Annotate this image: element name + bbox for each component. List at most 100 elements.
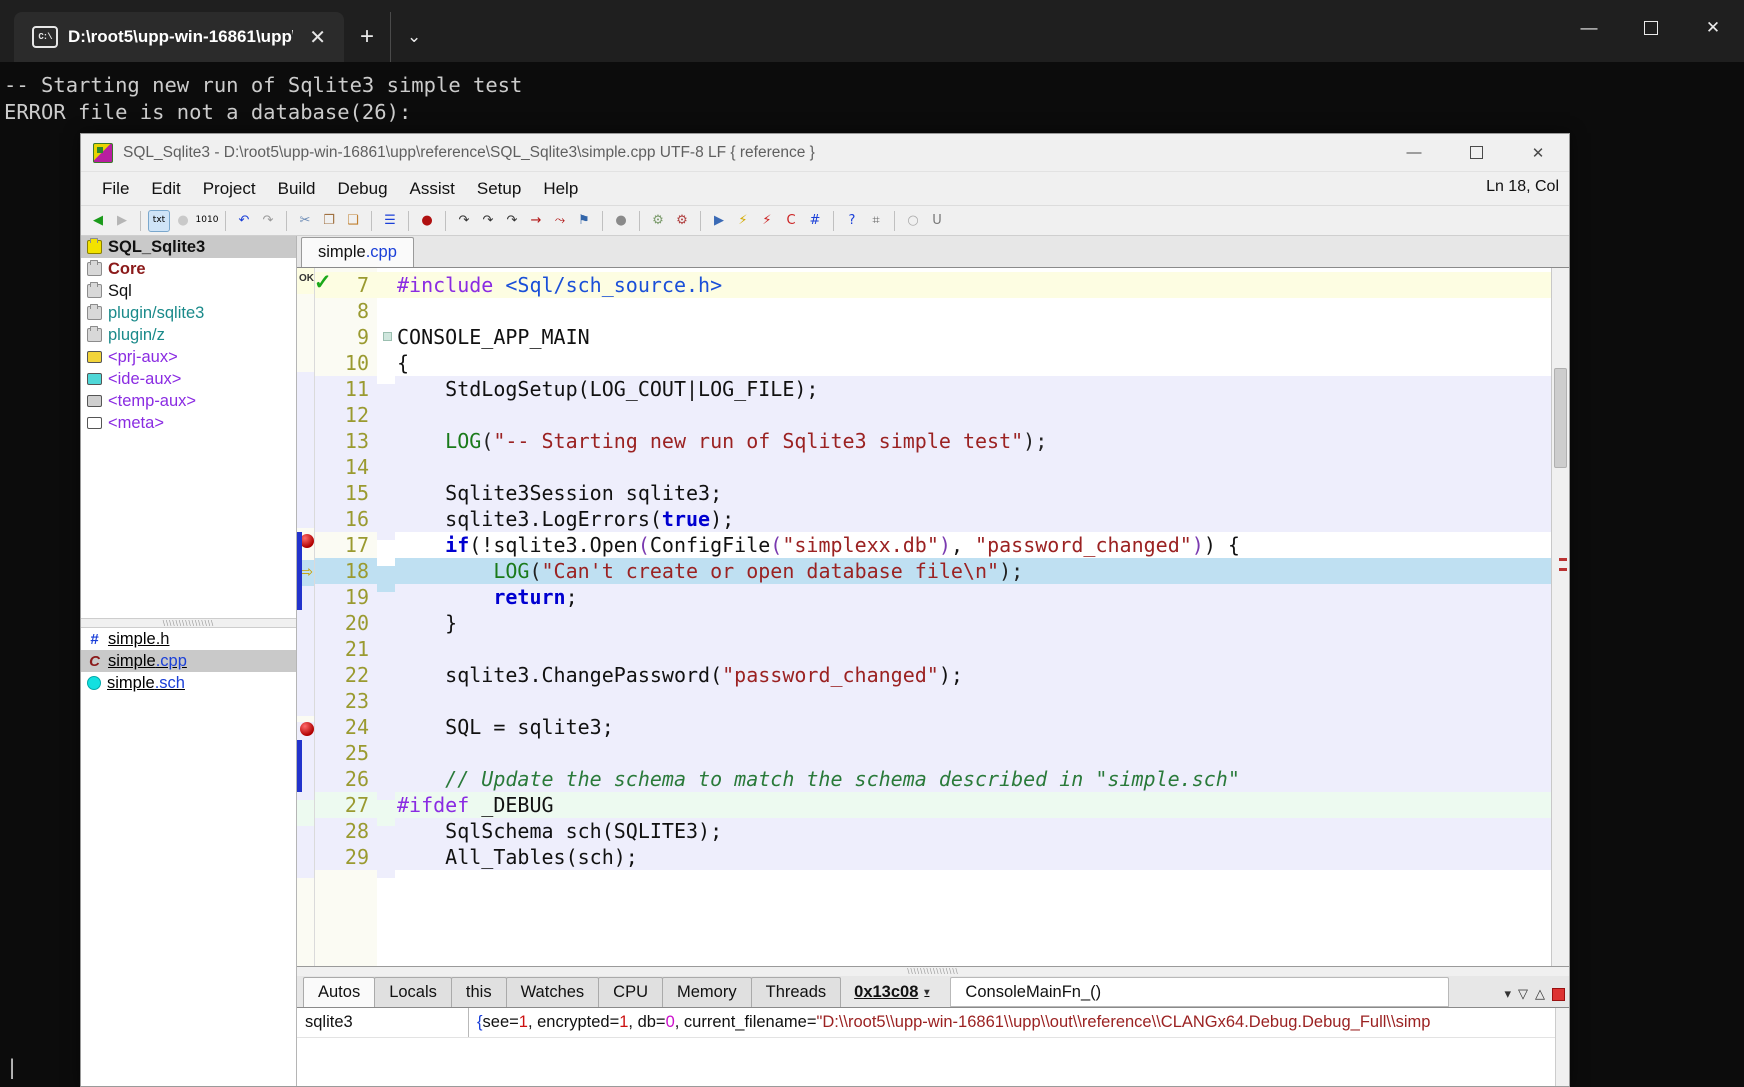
step-out-icon[interactable]: ↷ [501, 210, 523, 232]
gutter-cell[interactable] [297, 800, 314, 826]
code-line[interactable] [395, 402, 1551, 428]
watch-icon[interactable]: ⚑ [573, 210, 595, 232]
build-icon[interactable]: ⚙ [647, 210, 669, 232]
gutter-cell[interactable] [297, 424, 314, 450]
minimize-button[interactable]: — [1558, 0, 1620, 56]
code-line[interactable]: CONSOLE_APP_MAIN [395, 324, 1551, 350]
menu-build[interactable]: Build [267, 175, 327, 203]
code-line[interactable]: return; [395, 584, 1551, 610]
debug-tab-locals[interactable]: Locals [374, 977, 452, 1007]
menu-setup[interactable]: Setup [466, 175, 532, 203]
c-lang-icon[interactable]: C [780, 210, 802, 232]
code-line[interactable]: SQL = sqlite3; [395, 714, 1551, 740]
find-file-icon[interactable]: ☰ [379, 210, 401, 232]
filter-icon[interactable]: ▽ [1518, 986, 1528, 1002]
gutter-cell[interactable] [297, 612, 314, 638]
debug-run-icon[interactable]: ⚡ [732, 210, 754, 232]
package-item-sql[interactable]: Sql [81, 280, 296, 302]
gutter-cell[interactable] [297, 346, 314, 372]
step-over-icon[interactable]: ↷ [453, 210, 475, 232]
gutter-cell[interactable] [297, 294, 314, 320]
code-line[interactable]: LOG("Can't create or open database file\… [395, 558, 1551, 584]
package-list[interactable]: SQL_Sqlite3CoreSqlplugin/sqlite3plugin/z… [81, 236, 296, 618]
debug-tab-threads[interactable]: Threads [751, 977, 842, 1007]
menu-assist[interactable]: Assist [399, 175, 466, 203]
table-row[interactable]: sqlite3 { see=1, encrypted=1, db=0, curr… [297, 1008, 1555, 1038]
gutter-cell[interactable] [297, 852, 314, 878]
fold-cell[interactable] [377, 332, 395, 358]
code-line[interactable]: sqlite3.ChangePassword("password_changed… [395, 662, 1551, 688]
gutter-cell[interactable] [297, 502, 314, 528]
maximize-button[interactable] [1620, 0, 1682, 56]
redo-icon[interactable]: ↷ [257, 210, 279, 232]
file-item-simple-sch[interactable]: simple.sch [81, 672, 296, 694]
code-line[interactable]: #ifdef _DEBUG [395, 792, 1551, 818]
debugger-values[interactable]: sqlite3 { see=1, encrypted=1, db=0, curr… [297, 1008, 1569, 1086]
code-line[interactable] [395, 688, 1551, 714]
debug-tab-autos[interactable]: Autos [303, 977, 375, 1007]
code-line[interactable]: #include <Sql/sch_source.h> [395, 272, 1551, 298]
underline-icon[interactable]: U [926, 210, 948, 232]
scrollbar-thumb[interactable] [1554, 368, 1567, 468]
chevron-down-icon[interactable]: ⌄ [390, 12, 437, 62]
stack-frame-selector[interactable]: ConsoleMainFn_() [950, 977, 1449, 1007]
forward-icon[interactable]: ▶ [111, 210, 133, 232]
menu-debug[interactable]: Debug [326, 175, 398, 203]
debugger-splitter[interactable]: \\\\\\\\\\\\\\\\ [297, 967, 1569, 976]
package-item--temp-aux-[interactable]: <temp-aux> [81, 390, 296, 412]
gutter-cell[interactable] [297, 690, 314, 716]
binary-mode-icon[interactable]: 1010 [196, 210, 218, 232]
package-item--prj-aux-[interactable]: <prj-aux> [81, 346, 296, 368]
close-icon[interactable]: ✕ [303, 25, 332, 50]
code-line[interactable]: } [395, 610, 1551, 636]
debug-tab-cpu[interactable]: CPU [598, 977, 663, 1007]
gutter-cell[interactable] [297, 450, 314, 476]
package-item-sql-sqlite3[interactable]: SQL_Sqlite3 [81, 236, 296, 258]
code-line[interactable]: sqlite3.LogErrors(true); [395, 506, 1551, 532]
gutter-cell[interactable] [297, 638, 314, 664]
source-code-text[interactable]: #include <Sql/sch_source.h> CONSOLE_APP_… [395, 268, 1551, 966]
menu-edit[interactable]: Edit [140, 175, 191, 203]
breakpoint-icon[interactable] [300, 722, 314, 736]
gutter-cell[interactable] [297, 664, 314, 690]
gutter-cell[interactable]: OK✓ [297, 268, 314, 294]
package-item--meta-[interactable]: <meta> [81, 412, 296, 434]
code-line[interactable]: SqlSchema sch(SQLITE3); [395, 818, 1551, 844]
run-to-icon[interactable]: → [525, 210, 547, 232]
menu-help[interactable]: Help [532, 175, 589, 203]
code-line[interactable]: { [395, 350, 1551, 376]
gutter-cell[interactable] [297, 320, 314, 346]
package-item--ide-aux-[interactable]: <ide-aux> [81, 368, 296, 390]
design-mode-icon[interactable]: ● [172, 210, 194, 232]
code-line[interactable] [395, 636, 1551, 662]
gutter-cell[interactable] [297, 826, 314, 852]
debug-tab-memory[interactable]: Memory [662, 977, 752, 1007]
execute-icon[interactable]: ▶ [708, 210, 730, 232]
copy-icon[interactable]: ❐ [318, 210, 340, 232]
debug-step-icon[interactable]: ⚡ [756, 210, 778, 232]
thread-address-dropdown[interactable]: 0x13c08▾ [840, 977, 943, 1007]
cut-icon[interactable]: ✂ [294, 210, 316, 232]
code-line[interactable]: LOG("-- Starting new run of Sqlite3 simp… [395, 428, 1551, 454]
close-button[interactable]: ✕ [1507, 134, 1569, 171]
stop-debug-icon[interactable]: ● [610, 210, 632, 232]
breakpoint-gutter[interactable]: OK✓⇨ [297, 268, 315, 966]
gutter-cell[interactable] [297, 398, 314, 424]
code-line[interactable]: All_Tables(sch); [395, 844, 1551, 870]
terminal-tab[interactable]: C:\ D:\root5\upp-win-16861\upp\ ✕ [14, 12, 344, 62]
code-line[interactable]: Sqlite3Session sqlite3; [395, 480, 1551, 506]
code-line[interactable]: if(!sqlite3.Open(ConfigFile("simplexx.db… [395, 532, 1551, 558]
hash-icon[interactable]: # [804, 210, 826, 232]
menu-file[interactable]: File [91, 175, 140, 203]
package-item-core[interactable]: Core [81, 258, 296, 280]
gutter-cell[interactable] [297, 372, 314, 398]
code-line[interactable]: StdLogSetup(LOG_COUT|LOG_FILE); [395, 376, 1551, 402]
editor-vertical-scrollbar[interactable] [1551, 268, 1569, 966]
undo-icon[interactable]: ↶ [233, 210, 255, 232]
paste-icon[interactable]: ❑ [342, 210, 364, 232]
package-item-plugin-sqlite3[interactable]: plugin/sqlite3 [81, 302, 296, 324]
code-line[interactable] [395, 740, 1551, 766]
terminal-output[interactable]: -- Starting new run of Sqlite3 simple te… [0, 62, 1744, 126]
debugger-scrollbar[interactable] [1555, 1008, 1569, 1086]
rebuild-icon[interactable]: ⚙ [671, 210, 693, 232]
